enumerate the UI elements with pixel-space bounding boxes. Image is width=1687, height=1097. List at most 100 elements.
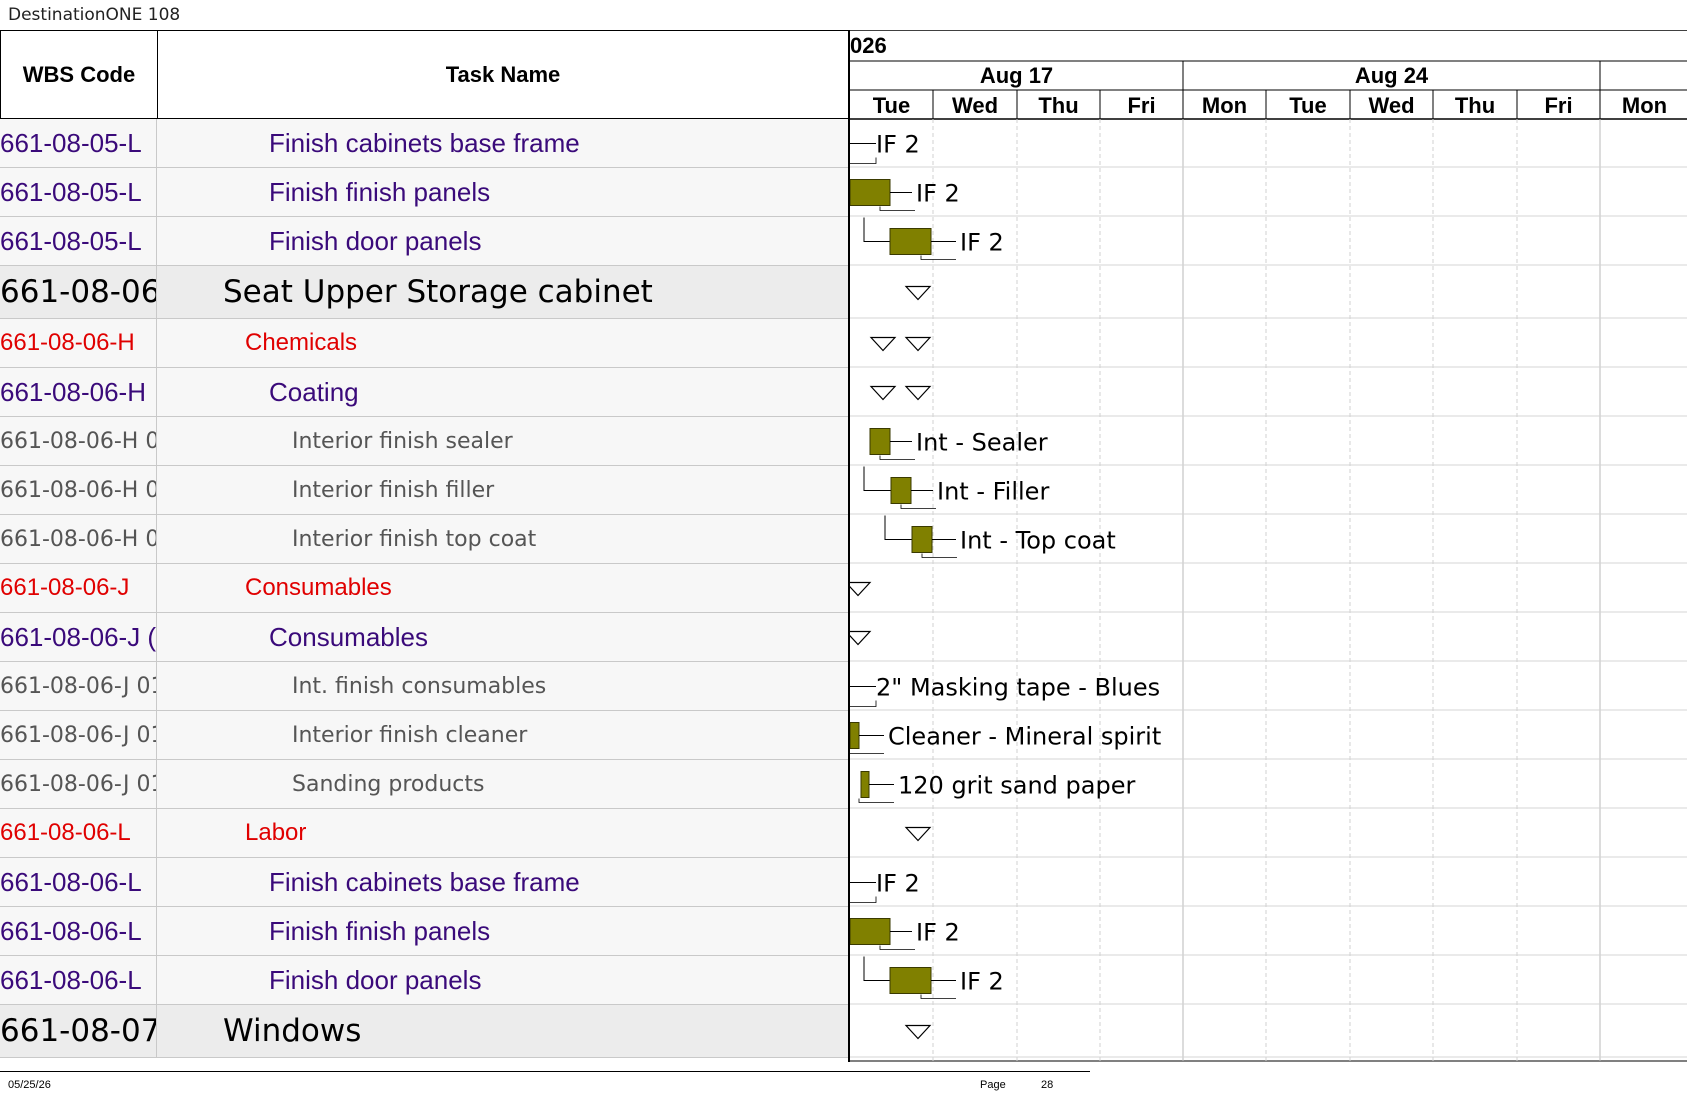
task-name-cell: Sanding products bbox=[292, 771, 485, 797]
wbs-code-cell: 661-08-06-H 0 bbox=[0, 417, 157, 465]
summary-marker bbox=[869, 336, 897, 352]
bar-label: IF 2 bbox=[960, 229, 1004, 257]
day-label: Wed bbox=[1368, 93, 1414, 118]
summary-marker bbox=[904, 336, 932, 352]
task-bar bbox=[889, 228, 932, 255]
summary-marker bbox=[844, 581, 872, 597]
wbs-code-cell: 661-08-06-J 01 bbox=[0, 760, 157, 808]
task-name-cell: Finish finish panels bbox=[269, 915, 491, 946]
dependency-connector bbox=[863, 466, 891, 491]
bar-label: IF 2 bbox=[876, 131, 920, 159]
task-bar bbox=[849, 918, 891, 945]
gantt-chart-area: 026 Aug 17 Aug 24 Tue Wed Thu Fri Mon Tue Wed Thu F… bbox=[844, 29, 1687, 1062]
successor-link bbox=[850, 700, 877, 707]
wbs-column-header[interactable]: WBS Code bbox=[0, 30, 158, 119]
task-name-cell: Interior finish sealer bbox=[292, 428, 513, 454]
task-name-cell: Finish finish panels bbox=[269, 176, 491, 207]
bar-label: IF 2 bbox=[916, 919, 960, 947]
task-name-cell: Windows bbox=[223, 1013, 362, 1049]
table-row[interactable]: 661-08-06-H Coating bbox=[0, 368, 848, 417]
dependency-connector bbox=[884, 515, 912, 540]
table-row[interactable]: 661-08-06-J 01 Interior finish cleaner bbox=[0, 711, 848, 760]
table-row[interactable]: 661-08-06-J Consumables bbox=[0, 564, 848, 613]
week-label: Aug 24 bbox=[1355, 63, 1429, 88]
footer-page-number: 28 bbox=[1041, 1079, 1054, 1091]
table-row[interactable]: 661-08-06-L Finish finish panels bbox=[0, 907, 848, 956]
table-row[interactable]: 661-08-06-H 0 Interior finish filler bbox=[0, 466, 848, 515]
task-bar bbox=[849, 179, 891, 206]
wbs-code-cell: 661-08-06-H 0 bbox=[0, 515, 157, 563]
day-label: Fri bbox=[1544, 93, 1572, 118]
table-row[interactable]: 661-08-06-H 0 Interior finish top coat bbox=[0, 515, 848, 564]
footer-page-label: Page bbox=[980, 1079, 1006, 1091]
task-header-label: Task Name bbox=[445, 61, 561, 87]
task-name-cell: Finish cabinets base frame bbox=[269, 127, 580, 158]
bar-label: Int - Sealer bbox=[916, 429, 1048, 457]
table-row[interactable]: 661-08-06-L Labor bbox=[0, 809, 848, 858]
task-name-cell: Finish door panels bbox=[269, 964, 482, 995]
successor-link bbox=[848, 749, 884, 754]
wbs-code-cell: 661-08-05-L bbox=[0, 168, 157, 216]
wbs-code-cell: 661-08-06-H 0 bbox=[0, 466, 157, 514]
day-label: Mon bbox=[1202, 93, 1247, 118]
wbs-code-cell: 661-08-06-L bbox=[0, 858, 157, 906]
week-label: Aug 17 bbox=[980, 63, 1053, 88]
wbs-code-cell: 661-08-06-L bbox=[0, 956, 157, 1004]
task-bar bbox=[869, 428, 891, 455]
task-name-cell: Labor bbox=[245, 819, 307, 846]
day-label: Thu bbox=[1455, 93, 1495, 118]
task-bar bbox=[849, 722, 860, 749]
day-label: Mon bbox=[1622, 93, 1667, 118]
wbs-code-cell: 661-08-06-H bbox=[0, 368, 157, 416]
table-row[interactable]: 661-08-05-L Finish cabinets base frame bbox=[0, 119, 848, 168]
table-row[interactable]: 661-08-06-H 0 Interior finish sealer bbox=[0, 417, 848, 466]
wbs-code-cell: 661-08-06-H bbox=[0, 319, 157, 367]
table-row[interactable]: 661-08-06 Seat Upper Storage cabinet bbox=[0, 266, 848, 319]
dependency-connector bbox=[863, 956, 890, 981]
wbs-code-cell: 661-08-06-L bbox=[0, 907, 157, 955]
wbs-code-cell: 661-08-06-J 01 bbox=[0, 711, 157, 759]
summary-marker bbox=[904, 1024, 932, 1040]
wbs-code-cell: 661-08-06-L bbox=[0, 809, 157, 857]
day-label: Tue bbox=[1289, 93, 1326, 118]
wbs-header-label: WBS Code bbox=[22, 61, 136, 87]
successor-link bbox=[920, 994, 956, 999]
task-name-cell: Finish door panels bbox=[269, 225, 482, 256]
wbs-code-cell: 661-08-06 bbox=[0, 266, 157, 318]
day-label: Fri bbox=[1127, 93, 1155, 118]
task-bar bbox=[889, 967, 932, 994]
task-bar bbox=[860, 771, 870, 798]
task-name-cell: Interior finish cleaner bbox=[292, 722, 528, 748]
table-row[interactable]: 661-08-06-J 01 Sanding products bbox=[0, 760, 848, 809]
gantt-timeline: 026 Aug 17 Aug 24 Tue Wed Thu Fri Mon Tue Wed Thu F… bbox=[844, 29, 1687, 1062]
task-name-cell: Int. finish consumables bbox=[292, 673, 547, 699]
task-bar bbox=[890, 477, 912, 504]
successor-link bbox=[920, 255, 956, 260]
bar-label: IF 2 bbox=[916, 180, 960, 208]
wbs-code-cell: 661-08-06-J bbox=[0, 564, 157, 612]
successor-link bbox=[879, 206, 915, 211]
table-row[interactable]: 661-08-06-J (Consumables bbox=[0, 613, 848, 662]
summary-marker bbox=[869, 385, 897, 401]
bar-label: 2" Masking tape - Blues bbox=[876, 674, 1160, 702]
footer-date: 05/25/26 bbox=[8, 1079, 51, 1091]
table-row[interactable]: 661-08-07 Windows bbox=[0, 1005, 848, 1058]
successor-link bbox=[900, 504, 936, 509]
wbs-code-cell: 661-08-06-J 01 bbox=[0, 662, 157, 710]
task-name-cell: Interior finish filler bbox=[292, 477, 495, 503]
table-row[interactable]: 661-08-05-L Finish door panels bbox=[0, 217, 848, 266]
successor-link bbox=[879, 455, 915, 460]
table-row[interactable]: 661-08-06-L Finish cabinets base frame bbox=[0, 858, 848, 907]
task-name-cell: Coating bbox=[269, 376, 359, 407]
task-name-column-header[interactable]: Task Name bbox=[157, 30, 849, 119]
wbs-code-cell: 661-08-05-L bbox=[0, 217, 157, 265]
wbs-code-cell: 661-08-05-L bbox=[0, 119, 157, 167]
table-row[interactable]: 661-08-05-L Finish finish panels bbox=[0, 168, 848, 217]
bar-label: Int - Filler bbox=[937, 478, 1049, 506]
table-row[interactable]: 661-08-06-J 01 Int. finish consumables bbox=[0, 662, 848, 711]
successor-link bbox=[921, 553, 957, 558]
bar-label: Cleaner - Mineral spirit bbox=[888, 723, 1161, 751]
task-name-cell: Interior finish top coat bbox=[292, 526, 537, 552]
table-row[interactable]: 661-08-06-L Finish door panels bbox=[0, 956, 848, 1005]
table-row[interactable]: 661-08-06-H Chemicals bbox=[0, 319, 848, 368]
